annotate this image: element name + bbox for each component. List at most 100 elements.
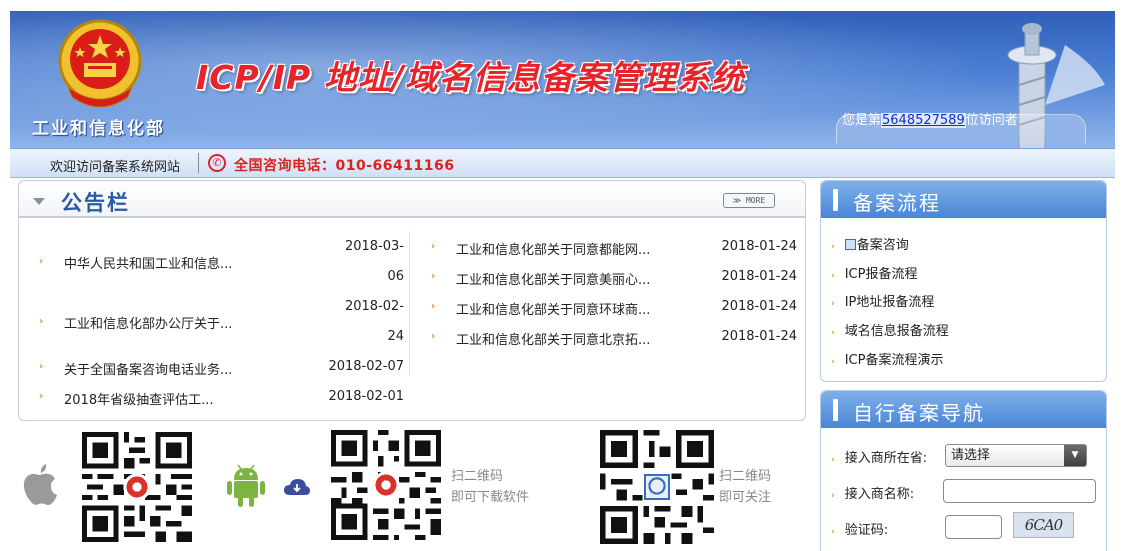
- consult-icon: [844, 239, 856, 250]
- flow-item-demo[interactable]: › ICP备案流程演示: [831, 349, 943, 368]
- bullet-arrow-icon: ›: [431, 301, 436, 312]
- list-item[interactable]: › 工业和信息化部关于同意环球商... 2018-01-24: [427, 295, 807, 325]
- list-item[interactable]: › 工业和信息化部关于同意北京拓... 2018-01-24: [427, 325, 807, 355]
- list-item[interactable]: › 工业和信息化部关于同意美丽心... 2018-01-24: [427, 265, 807, 295]
- isp-name-row: › 接入商名称:: [831, 483, 914, 502]
- self-filing-nav-header: 自行备案导航: [821, 391, 1106, 428]
- filing-process-title: 备案流程: [853, 191, 941, 215]
- bullet-arrow-icon: ›: [831, 455, 835, 465]
- province-row: › 接入商所在省:: [831, 447, 927, 466]
- qr-code-section: 扫二维码 即可下载软件 扫二维码 即可关注: [18, 428, 808, 551]
- bullet-arrow-icon: ›: [431, 241, 436, 252]
- list-item[interactable]: › 中华人民共和国工业和信息... 2018-03- 06: [19, 235, 409, 295]
- captcha-label: 验证码:: [844, 523, 889, 538]
- news-title[interactable]: 工业和信息化部关于同意都能网...: [456, 239, 650, 258]
- flow-item-label: ICP报备流程: [844, 267, 918, 282]
- info-bar: 欢迎访问备案系统网站 ✆ 全国咨询电话：010-66411166: [10, 148, 1115, 178]
- android-icon[interactable]: [226, 462, 266, 508]
- header-accent-bar: [833, 189, 838, 211]
- news-title[interactable]: 工业和信息化部办公厅关于...: [64, 313, 232, 332]
- welcome-text: 欢迎访问备案系统网站: [50, 160, 181, 175]
- hotline-text: 全国咨询电话：010-66411166: [234, 158, 455, 174]
- self-filing-nav-title: 自行备案导航: [853, 401, 985, 425]
- flow-item-label: ICP备案流程演示: [844, 353, 944, 368]
- more-button[interactable]: ≫ MORE: [723, 193, 775, 208]
- qr-download-caption-line2: 即可下载软件: [451, 490, 530, 505]
- news-date-continued: 06: [387, 269, 404, 284]
- filing-process-header: 备案流程: [821, 181, 1106, 218]
- list-item[interactable]: › 工业和信息化部办公厅关于... 2018-02- 24: [19, 295, 409, 355]
- bullet-arrow-icon: ›: [831, 299, 835, 309]
- flow-item-label: 域名信息报备流程: [844, 324, 949, 339]
- qr-download-caption-line1: 扫二维码: [451, 469, 504, 484]
- header-accent-bar: [833, 399, 838, 421]
- bullet-arrow-icon: ›: [831, 357, 835, 367]
- captcha-row: › 验证码:: [831, 519, 888, 538]
- bullet-arrow-icon: ›: [831, 242, 835, 252]
- news-title[interactable]: 工业和信息化部关于同意北京拓...: [456, 329, 650, 348]
- province-label: 接入商所在省:: [844, 451, 928, 466]
- bullet-arrow-icon: ›: [831, 527, 835, 537]
- visitor-counter: 您是第5648527589位访问者: [842, 109, 1018, 128]
- bullet-arrow-icon: ›: [39, 391, 44, 402]
- infobar-divider: [198, 153, 199, 173]
- flow-item-consult[interactable]: › 备案咨询: [831, 234, 909, 253]
- news-date: 2018-01-24: [721, 329, 797, 344]
- news-title[interactable]: 2018年省级抽查评估工...: [64, 389, 213, 408]
- apple-icon[interactable]: [22, 462, 58, 506]
- flow-item-domain[interactable]: › 域名信息报备流程: [831, 320, 949, 339]
- notice-header: 公告栏 ≫ MORE: [19, 181, 805, 218]
- system-title: ICP/IP 地址/域名信息备案管理系统: [196, 58, 745, 97]
- qr-code-wechat: [600, 430, 714, 544]
- news-date: 2018-02-: [344, 299, 404, 314]
- national-emblem-icon: [58, 19, 142, 108]
- province-select-value: 请选择: [951, 448, 991, 463]
- bullet-arrow-icon: ›: [39, 361, 44, 372]
- filing-process-panel: 备案流程 › 备案咨询 › ICP报备流程 › IP地址报备流程 › 域名信息报备流程 …: [820, 180, 1107, 382]
- news-title[interactable]: 中华人民共和国工业和信息...: [64, 253, 232, 272]
- news-title[interactable]: 工业和信息化部关于同意美丽心...: [456, 269, 650, 288]
- bullet-arrow-icon: ›: [39, 256, 44, 267]
- qr-follow-caption-line2: 即可关注: [719, 490, 772, 505]
- column-divider: [409, 231, 410, 376]
- collapse-triangle-icon[interactable]: [33, 198, 45, 205]
- list-item[interactable]: › 工业和信息化部关于同意都能网... 2018-01-24: [427, 235, 807, 265]
- flow-item-label: 备案咨询: [856, 238, 909, 253]
- bullet-arrow-icon: ›: [831, 491, 835, 501]
- bullet-arrow-icon: ›: [431, 271, 436, 282]
- flow-item-ip[interactable]: › IP地址报备流程: [831, 291, 934, 310]
- list-item[interactable]: › 关于全国备案咨询电话业务... 2018-02-07: [19, 355, 409, 385]
- list-item[interactable]: › 2018年省级抽查评估工... 2018-02-01: [19, 385, 409, 415]
- qr-download-caption: 扫二维码 即可下载软件: [451, 466, 529, 508]
- bullet-arrow-icon: ›: [39, 316, 44, 327]
- captcha-image[interactable]: 6CA0: [1013, 512, 1074, 538]
- province-select[interactable]: 请选择 ▼: [945, 444, 1087, 467]
- captcha-input[interactable]: [945, 515, 1002, 539]
- isp-name-label: 接入商名称:: [844, 487, 915, 502]
- isp-name-input[interactable]: [943, 479, 1096, 503]
- flow-item-icp[interactable]: › ICP报备流程: [831, 263, 917, 282]
- bullet-arrow-icon: ›: [431, 331, 436, 342]
- bullet-arrow-icon: ›: [831, 271, 835, 281]
- news-date: 2018-01-24: [721, 299, 797, 314]
- qr-code-android: [331, 430, 441, 540]
- qr-follow-caption-line1: 扫二维码: [719, 469, 772, 484]
- news-date-continued: 24: [387, 329, 404, 344]
- news-title[interactable]: 关于全国备案咨询电话业务...: [64, 359, 232, 378]
- news-date: 2018-02-01: [328, 389, 404, 404]
- news-date: 2018-02-07: [328, 359, 404, 374]
- dropdown-arrow-icon[interactable]: ▼: [1064, 445, 1086, 466]
- notice-title: 公告栏: [61, 191, 130, 215]
- flow-item-label: IP地址报备流程: [844, 295, 935, 310]
- news-date: 2018-01-24: [721, 239, 797, 254]
- visitor-suffix: 位访问者: [965, 113, 1018, 128]
- bullet-arrow-icon: ›: [831, 328, 835, 338]
- visitor-prefix: 您是第: [842, 113, 882, 128]
- cloud-download-icon[interactable]: [284, 478, 310, 496]
- news-date: 2018-01-24: [721, 269, 797, 284]
- news-date: 2018-03-: [344, 239, 404, 254]
- qr-follow-caption: 扫二维码 即可关注: [719, 466, 771, 508]
- visitor-count-link[interactable]: 5648527589: [881, 113, 966, 128]
- news-title[interactable]: 工业和信息化部关于同意环球商...: [456, 299, 650, 318]
- notice-board: 公告栏 ≫ MORE › 中华人民共和国工业和信息... 2018-03- 06…: [18, 180, 806, 421]
